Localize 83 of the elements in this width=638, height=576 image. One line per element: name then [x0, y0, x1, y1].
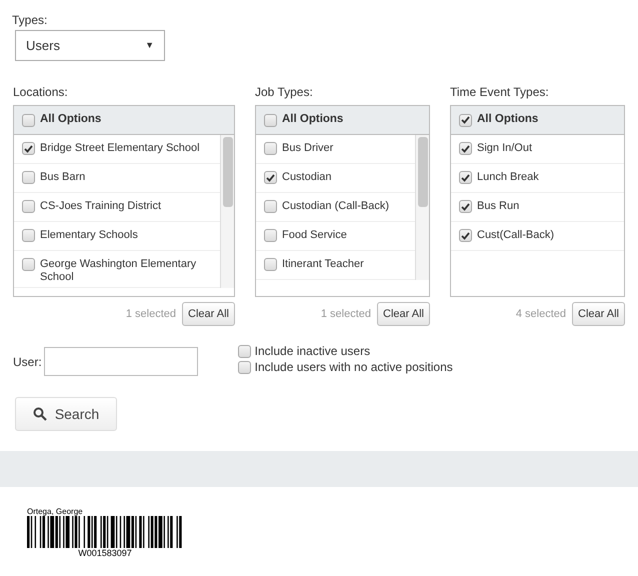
checkmark-icon [461, 232, 470, 240]
selected-count: 1 selected [320, 306, 372, 322]
option-row[interactable]: Bridge Street Elementary School [14, 135, 220, 164]
caret-icon: ▼ [145, 38, 154, 52]
checkbox[interactable] [238, 344, 251, 358]
option-row[interactable]: Custodian [256, 164, 415, 193]
option-checkbox-label: Include users with no active positions [254, 360, 453, 374]
checkmark-icon [461, 144, 470, 152]
option-row[interactable]: Lunch Break [451, 164, 624, 193]
option-label: Cust(Call-Back) [477, 229, 556, 242]
checkbox[interactable] [459, 229, 472, 242]
checkmark-icon [461, 202, 470, 210]
option-row[interactable]: Elementary Schools [14, 222, 220, 251]
checkbox[interactable] [459, 171, 472, 184]
option-label: Bus Run [477, 200, 520, 213]
option-label: George Washington Elementary School [40, 258, 198, 284]
all-options-label: All Options [40, 112, 102, 128]
selected-count: 4 selected [516, 306, 566, 322]
option-label: Sign In/Out [477, 142, 534, 155]
checkbox[interactable] [459, 200, 472, 213]
option-checkbox-label: Include inactive users [254, 344, 370, 358]
checkmark-icon [24, 144, 33, 152]
checkbox[interactable] [22, 229, 35, 242]
option-row[interactable]: Bus Driver [256, 135, 415, 164]
option-row[interactable]: Cust(Call-Back) [451, 222, 624, 251]
option-row[interactable]: Custodian (Call-Back) [256, 193, 415, 222]
all-options-row[interactable]: All Options [256, 106, 429, 135]
checkbox[interactable] [264, 229, 277, 242]
types-dropdown[interactable]: Users ▼ [15, 30, 165, 61]
option-row[interactable]: George Washington Elementary School [14, 251, 220, 288]
option-label: Custodian [282, 171, 333, 184]
types-label: Types: [12, 12, 48, 29]
search-icon [32, 407, 47, 421]
user-label: User: [13, 354, 42, 370]
badge-code: W001583097 [77, 548, 133, 559]
option-label: Bridge Street Elementary School [40, 142, 201, 155]
all-options-row[interactable]: All Options [14, 106, 234, 135]
option-row[interactable]: CS-Joes Training District [14, 193, 220, 222]
list-label: Job Types: [255, 84, 314, 101]
option-label: Bus Barn [40, 171, 86, 184]
option-label: Itinerant Teacher [282, 258, 365, 271]
dropdown-value: Users [26, 36, 60, 55]
checkbox[interactable] [264, 200, 277, 213]
checkbox[interactable] [22, 114, 35, 126]
option-row[interactable]: Itinerant Teacher [256, 251, 415, 280]
scrollbar[interactable] [415, 135, 429, 280]
clear-all-button[interactable]: Clear All [572, 302, 625, 326]
checkmark-icon [461, 116, 470, 124]
user-input-field[interactable] [44, 347, 198, 376]
checkbox[interactable] [22, 142, 35, 155]
option-row[interactable]: Bus Run [451, 193, 624, 222]
checkbox[interactable] [238, 360, 251, 374]
checkbox[interactable] [459, 114, 472, 126]
checkbox[interactable] [22, 171, 35, 184]
clear-all-button[interactable]: Clear All [377, 302, 430, 326]
search-button[interactable]: Search [15, 397, 117, 431]
option-label: CS-Joes Training District [40, 200, 162, 213]
option-row[interactable]: Food Service [256, 222, 415, 251]
checkmark-icon [461, 174, 470, 182]
option-label: Food Service [282, 229, 348, 242]
option-label: Lunch Break [477, 171, 540, 184]
clear-all-button[interactable]: Clear All [182, 302, 235, 326]
option-label: Bus Driver [282, 142, 334, 155]
list-label: Locations: [13, 84, 69, 101]
badge-name: Ortega, George [27, 507, 84, 516]
option-label: Custodian (Call-Back) [282, 200, 390, 213]
option-label: Elementary Schools [40, 229, 139, 242]
checkbox[interactable] [264, 142, 277, 155]
all-options-label: All Options [477, 112, 538, 128]
checkbox[interactable] [22, 200, 35, 213]
selected-count: 1 selected [126, 306, 176, 322]
checkbox[interactable] [264, 114, 277, 126]
checkbox[interactable] [459, 142, 472, 155]
scrollbar[interactable] [220, 135, 234, 288]
all-options-label: All Options [282, 112, 344, 128]
option-row[interactable]: Bus Barn [14, 164, 220, 193]
checkbox[interactable] [22, 258, 35, 271]
list-label: Time Event Types: [450, 84, 550, 101]
checkbox[interactable] [264, 258, 277, 271]
checkbox[interactable] [264, 171, 277, 184]
option-row[interactable]: Sign In/Out [451, 135, 624, 164]
all-options-row[interactable]: All Options [451, 106, 624, 135]
checkmark-icon [266, 174, 275, 182]
